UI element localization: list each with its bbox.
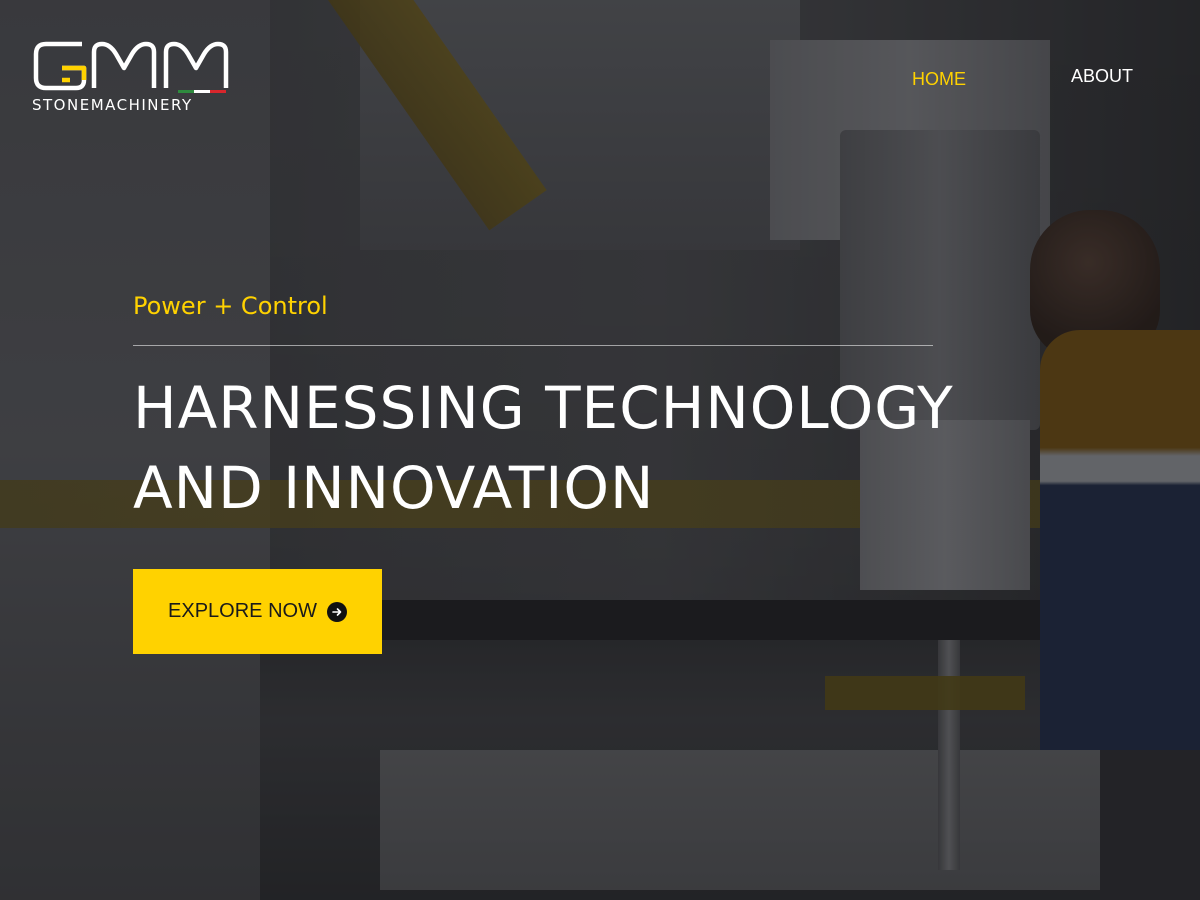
nav-link-about[interactable]: ABOUT [1071,66,1133,87]
logo[interactable]: STONEMACHINERY [32,38,242,118]
hero-tagline: Power + Control [133,292,328,320]
arrow-right-circle-icon [326,601,347,622]
hero-headline: HARNESSING TECHNOLOGY AND INNOVATION [133,368,1133,528]
hero-headline-line-1: HARNESSING TECHNOLOGY [133,374,954,442]
hero-section: STONEMACHINERY HOME ABOUT Power + Contro… [0,0,1200,900]
logo-wordmark [33,41,229,93]
logo-subtitle: STONEMACHINERY [32,96,193,114]
nav-link-home[interactable]: HOME [912,69,966,90]
explore-now-button[interactable]: EXPLORE NOW [133,569,382,654]
explore-now-label: EXPLORE NOW [168,600,317,622]
hero-headline-line-2: AND INNOVATION [133,454,655,522]
hero-divider [133,345,933,346]
